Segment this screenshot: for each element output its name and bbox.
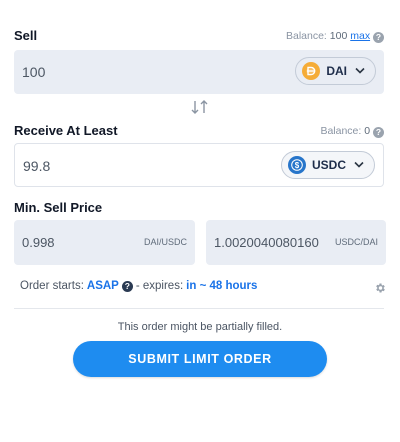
partial-fill-note: This order might be partially filled. [117, 321, 283, 333]
divider [14, 308, 384, 309]
receive-balance-label: Balance: [320, 125, 362, 137]
dai-token-icon [302, 62, 321, 80]
sell-amount-field[interactable]: 100 DAI [14, 50, 384, 94]
help-icon[interactable]: ? [121, 280, 133, 292]
gear-icon[interactable] [374, 281, 386, 293]
sell-label: Sell [14, 28, 38, 43]
max-link[interactable]: max [350, 30, 370, 42]
sell-amount-input[interactable]: 100 [22, 64, 45, 80]
help-icon[interactable]: ? [373, 32, 384, 43]
sell-balance: Balance: 100 max ? [286, 30, 384, 43]
order-starts-label: Order starts: [20, 280, 84, 292]
receive-token-label: USDC [311, 158, 346, 172]
swap-arrows-icon[interactable] [189, 98, 211, 116]
order-expires-label: - expires: [135, 280, 184, 292]
order-expires-value[interactable]: in ~ 48 hours [186, 280, 257, 292]
sell-token-label: DAI [326, 64, 347, 78]
min-price-right-unit: USDC/DAI [334, 237, 378, 247]
sell-token-select[interactable]: DAI [295, 57, 376, 85]
order-starts-value[interactable]: ASAP [87, 280, 119, 292]
receive-balance: Balance: 0 ? [320, 125, 384, 138]
chevron-down-icon [354, 160, 364, 171]
sell-balance-label: Balance: [285, 30, 327, 42]
sell-balance-value: 100 [329, 30, 348, 42]
min-sell-price-label: Min. Sell Price [14, 200, 103, 215]
receive-balance-value: 0 [364, 125, 371, 137]
receive-label: Receive At Least [14, 123, 118, 138]
svg-text:$: $ [295, 161, 300, 170]
usdc-token-icon: $ [287, 156, 306, 174]
order-timing: Order starts: ASAP ? - expires: in ~ 48 … [20, 280, 257, 292]
receive-token-select[interactable]: $ USDC [280, 151, 375, 179]
receive-amount-field[interactable]: 99.8 $ USDC [14, 143, 384, 187]
min-price-usdc-dai-input[interactable]: 1.0020040080160 [214, 235, 326, 250]
min-price-left-unit: DAI/USDC [143, 237, 187, 247]
help-icon[interactable]: ? [373, 127, 384, 138]
receive-amount-input[interactable]: 99.8 [23, 158, 50, 174]
min-price-dai-usdc-input[interactable]: 0.998 [22, 235, 55, 250]
submit-limit-order-button[interactable]: SUBMIT LIMIT ORDER [73, 341, 327, 377]
min-price-dai-usdc-field[interactable]: 0.998 DAI/USDC [14, 220, 195, 265]
chevron-down-icon [355, 66, 365, 77]
min-price-usdc-dai-field[interactable]: 1.0020040080160 USDC/DAI [206, 220, 386, 265]
